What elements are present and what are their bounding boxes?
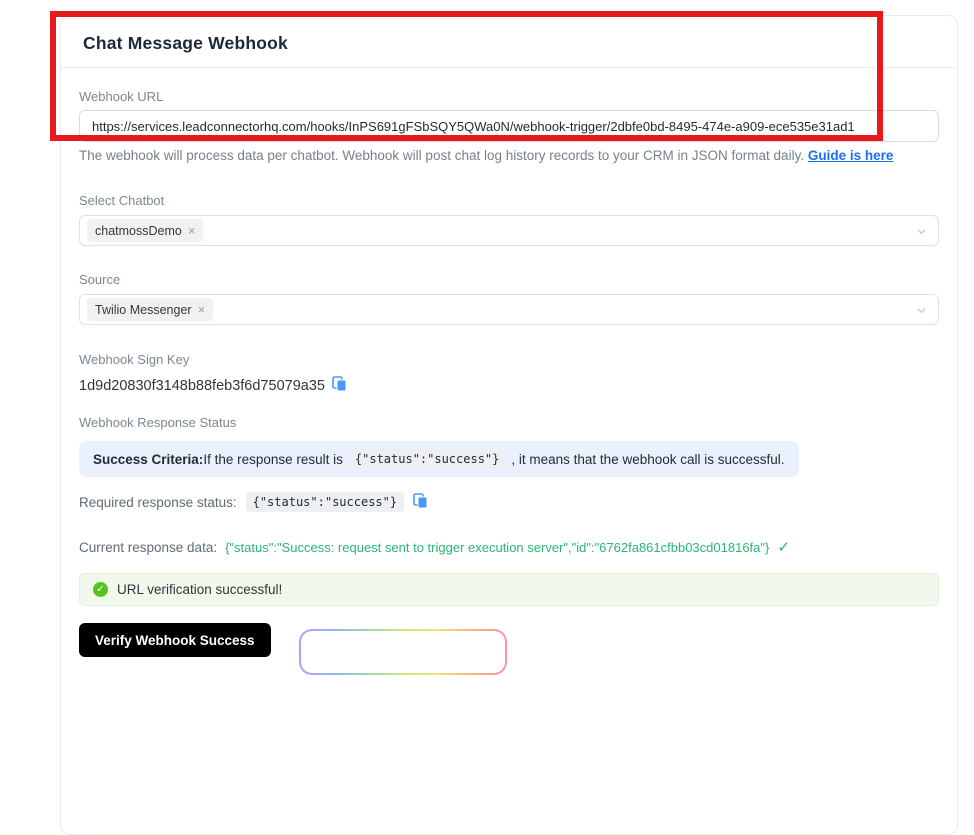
chatbot-chip: chatmossDemo × <box>87 219 204 242</box>
required-status-code: {"status":"success"} <box>245 492 405 512</box>
criteria-before: If the response result is <box>203 451 343 467</box>
current-response-row: Current response data: {"status":"Succes… <box>79 538 939 556</box>
source-chip-label: Twilio Messenger <box>95 302 192 317</box>
current-response-label: Current response data: <box>79 539 218 555</box>
response-status-label: Webhook Response Status <box>79 415 237 430</box>
source-multiselect[interactable]: Twilio Messenger × <box>79 294 939 325</box>
chatbot-multiselect[interactable]: chatmossDemo × <box>79 215 939 246</box>
help-text-body: The webhook will process data per chatbo… <box>79 148 808 163</box>
webhook-url-label: Webhook URL <box>79 89 164 104</box>
webhook-url-input[interactable] <box>79 110 939 142</box>
success-criteria-box: Success Criteria: If the response result… <box>79 441 799 477</box>
source-label: Source <box>79 272 121 287</box>
success-check-icon: ✓ <box>777 539 790 556</box>
rainbow-border-widget <box>299 629 507 675</box>
sign-key-value: 1d9d20830f3148b88feb3f6d75079a35 <box>79 378 325 394</box>
sign-key-label: Webhook Sign Key <box>79 352 190 367</box>
card-body: Webhook URL The webhook will process dat… <box>61 89 957 657</box>
webhook-help-text: The webhook will process data per chatbo… <box>79 148 939 163</box>
criteria-code: {"status":"success"} <box>347 449 507 469</box>
criteria-title: Success Criteria: <box>93 451 204 467</box>
verification-success-alert: ✓ URL verification successful! <box>79 573 939 606</box>
chip-close-icon[interactable]: × <box>198 303 206 316</box>
chevron-down-icon <box>917 229 926 235</box>
page-title: Chat Message Webhook <box>83 33 288 53</box>
chatbot-chip-label: chatmossDemo <box>95 223 182 238</box>
guide-link[interactable]: Guide is here <box>808 148 894 163</box>
source-chip: Twilio Messenger × <box>87 298 214 321</box>
copy-icon[interactable] <box>413 492 428 512</box>
current-response-value: {"status":"Success: request sent to trig… <box>225 539 770 555</box>
webhook-settings-card: Chat Message Webhook Webhook URL The web… <box>60 15 958 835</box>
check-circle-icon: ✓ <box>93 582 108 597</box>
criteria-after: , it means that the webhook call is succ… <box>511 451 785 467</box>
select-chatbot-label: Select Chatbot <box>79 193 165 208</box>
chip-close-icon[interactable]: × <box>188 224 196 237</box>
rainbow-widget-inner <box>301 631 505 673</box>
required-status-row: Required response status: {"status":"suc… <box>79 492 939 512</box>
chevron-down-icon <box>917 308 926 314</box>
required-status-label: Required response status: <box>79 494 237 510</box>
card-header: Chat Message Webhook <box>61 16 957 68</box>
verify-webhook-button[interactable]: Verify Webhook Success <box>79 623 271 657</box>
copy-icon[interactable] <box>332 376 347 396</box>
alert-text: URL verification successful! <box>117 582 283 597</box>
sign-key-row: 1d9d20830f3148b88feb3f6d75079a35 <box>79 376 939 396</box>
